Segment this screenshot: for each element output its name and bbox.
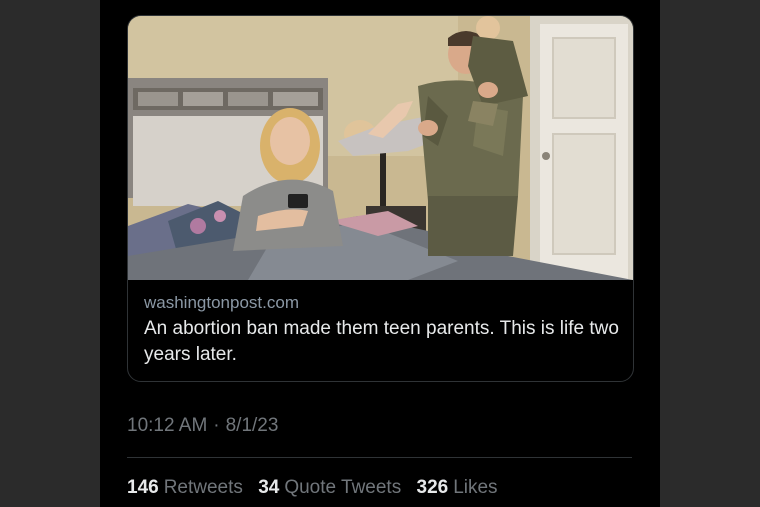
screenshot-page: washingtonpost.com An abortion ban made …	[0, 0, 760, 507]
divider	[127, 457, 632, 458]
article-photo	[128, 16, 633, 280]
card-text-block: washingtonpost.com An abortion ban made …	[144, 292, 624, 368]
tweet-detail: washingtonpost.com An abortion ban made …	[100, 0, 660, 507]
retweets-stat[interactable]: 146 Retweets	[127, 477, 243, 498]
likes-label: Likes	[453, 477, 498, 498]
retweets-label: Retweets	[163, 477, 243, 498]
tweet-timestamp[interactable]: 10:12 AM · 8/1/23	[127, 415, 278, 437]
card-title: An abortion ban made them teen parents. …	[144, 318, 619, 365]
retweets-count: 146	[127, 477, 159, 498]
quote-tweets-label: Quote Tweets	[284, 477, 402, 498]
tweet-time: 10:12 AM	[127, 415, 208, 436]
tweet-date: 8/1/23	[225, 415, 279, 436]
quote-tweets-count: 34	[258, 477, 280, 498]
likes-stat[interactable]: 326 Likes	[417, 477, 498, 498]
card-domain: washingtonpost.com	[144, 293, 299, 312]
link-preview-card[interactable]: washingtonpost.com An abortion ban made …	[127, 15, 634, 382]
likes-count: 326	[416, 477, 449, 498]
timestamp-separator: ·	[213, 415, 220, 436]
quote-tweets-stat[interactable]: 34 Quote Tweets	[258, 477, 401, 498]
tweet-stats: 146 Retweets 34 Quote Tweets 326 Likes	[127, 477, 508, 499]
